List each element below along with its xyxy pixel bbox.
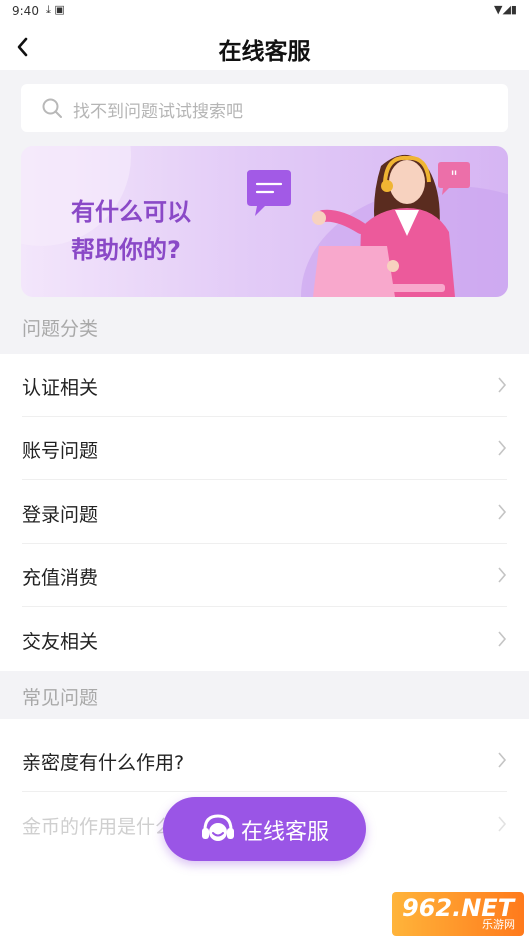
watermark-logo: 962.NET 乐游网 xyxy=(392,892,524,936)
list-item-label: 充值消费 xyxy=(22,567,99,589)
status-time: 9:40 xyxy=(12,4,39,18)
faq-title: 常见问题 xyxy=(22,687,99,709)
list-item-label: 登录问题 xyxy=(22,504,99,526)
support-agent-illustration xyxy=(312,154,455,297)
nav-bar: 在线客服 xyxy=(0,24,529,70)
chat-bubble-icon xyxy=(247,170,291,216)
search-placeholder: 找不到问题试试搜索吧 xyxy=(73,102,243,122)
search-icon xyxy=(42,98,62,118)
help-banner: 有什么可以 帮助你的? " xyxy=(21,146,508,297)
list-item-label: 账号问题 xyxy=(22,440,99,462)
categories-header: 问题分类 xyxy=(0,302,529,350)
chevron-right-icon xyxy=(498,752,507,768)
chevron-right-icon xyxy=(498,440,507,456)
chevron-right-icon xyxy=(498,816,507,832)
chevron-right-icon xyxy=(498,377,507,393)
list-item-label: 金币的作用是什么? xyxy=(22,816,185,838)
list-item-label: 交友相关 xyxy=(22,631,99,653)
banner-line-1: 有什么可以 xyxy=(71,198,191,226)
list-item[interactable]: 交友相关 xyxy=(0,608,529,671)
divider xyxy=(22,479,507,480)
page-title: 在线客服 xyxy=(218,39,311,65)
divider xyxy=(22,606,507,607)
list-item-label: 亲密度有什么作用? xyxy=(22,752,185,774)
download-icon: ⤓ ▣ xyxy=(46,3,65,16)
categories-title: 问题分类 xyxy=(22,318,99,340)
list-item-label: 认证相关 xyxy=(22,377,99,399)
online-support-button[interactable]: 在线客服 xyxy=(163,797,366,861)
list-item[interactable]: 亲密度有什么作用? xyxy=(0,729,529,792)
list-item[interactable]: 登录问题 xyxy=(0,481,529,544)
signal-battery-icon: ▼◢▮ xyxy=(494,3,517,16)
watermark-text: 乐游网 xyxy=(482,918,515,931)
status-bar: 9:40 ⤓ ▣ ▼◢▮ xyxy=(0,0,529,24)
chevron-right-icon xyxy=(498,504,507,520)
banner-line-2: 帮助你的? xyxy=(71,236,181,264)
divider xyxy=(22,791,507,792)
chevron-right-icon xyxy=(498,567,507,583)
online-support-label: 在线客服 xyxy=(241,820,330,845)
list-item[interactable]: 认证相关 xyxy=(0,354,529,417)
headset-icon xyxy=(202,814,234,841)
list-item[interactable]: 充值消费 xyxy=(0,544,529,607)
search-input[interactable]: 找不到问题试试搜索吧 xyxy=(21,84,508,132)
list-item[interactable]: 账号问题 xyxy=(0,417,529,480)
chevron-right-icon xyxy=(498,631,507,647)
faq-header: 常见问题 xyxy=(0,671,529,719)
